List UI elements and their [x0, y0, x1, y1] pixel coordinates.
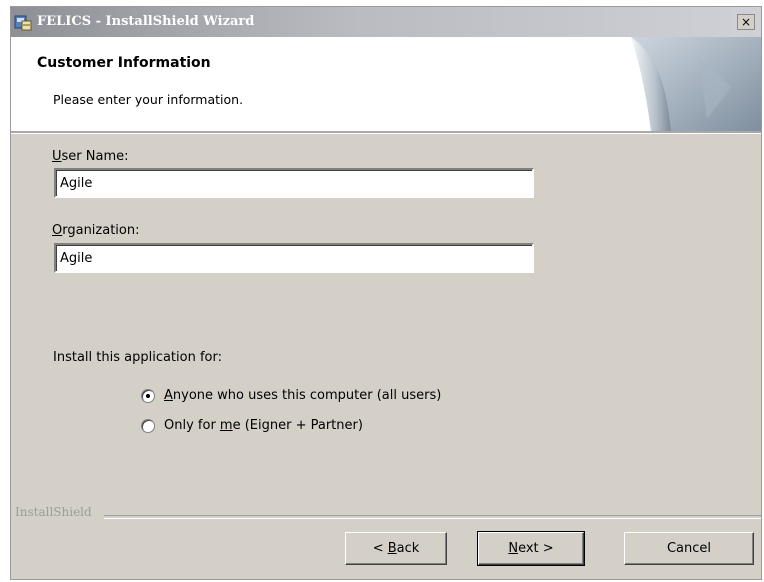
- page-title: Customer Information: [37, 55, 211, 71]
- organization-input[interactable]: [54, 243, 534, 273]
- radio-only-me[interactable]: Only for me (Eigner + Partner): [141, 418, 441, 436]
- footer-divider: [104, 515, 761, 519]
- window-title: FELICS - InstallShield Wizard: [37, 14, 255, 29]
- next-button[interactable]: Next >: [477, 531, 585, 566]
- page-curl-banner-graphic: [611, 37, 761, 131]
- radio-button[interactable]: [141, 389, 155, 403]
- installer-app-icon: [14, 15, 32, 31]
- radio-all-users-label[interactable]: Anyone who uses this computer (all users…: [164, 388, 441, 403]
- next-button-label: Next >: [508, 541, 554, 556]
- cancel-button[interactable]: Cancel: [624, 532, 754, 565]
- radio-button[interactable]: [141, 419, 155, 433]
- username-label: User Name:: [52, 149, 129, 164]
- title-bar[interactable]: FELICS - InstallShield Wizard ×: [11, 7, 761, 37]
- radio-all-users[interactable]: Anyone who uses this computer (all users…: [141, 388, 501, 406]
- close-button[interactable]: ×: [737, 14, 755, 30]
- username-input[interactable]: [54, 168, 534, 198]
- back-button[interactable]: < Back: [345, 532, 447, 565]
- header-banner: Customer Information Please enter your i…: [11, 37, 761, 131]
- install-for-label: Install this application for:: [53, 350, 222, 365]
- organization-label: Organization:: [52, 223, 140, 238]
- installer-window: FELICS - InstallShield Wizard × Customer…: [10, 6, 762, 580]
- banner-divider: [11, 131, 761, 134]
- back-button-label: < Back: [372, 541, 420, 556]
- radio-selected-dot: [146, 394, 150, 398]
- installshield-brand-label: InstallShield: [15, 505, 92, 519]
- page-subtitle: Please enter your information.: [53, 92, 244, 107]
- cancel-button-label: Cancel: [666, 541, 712, 556]
- radio-only-me-label[interactable]: Only for me (Eigner + Partner): [164, 418, 363, 433]
